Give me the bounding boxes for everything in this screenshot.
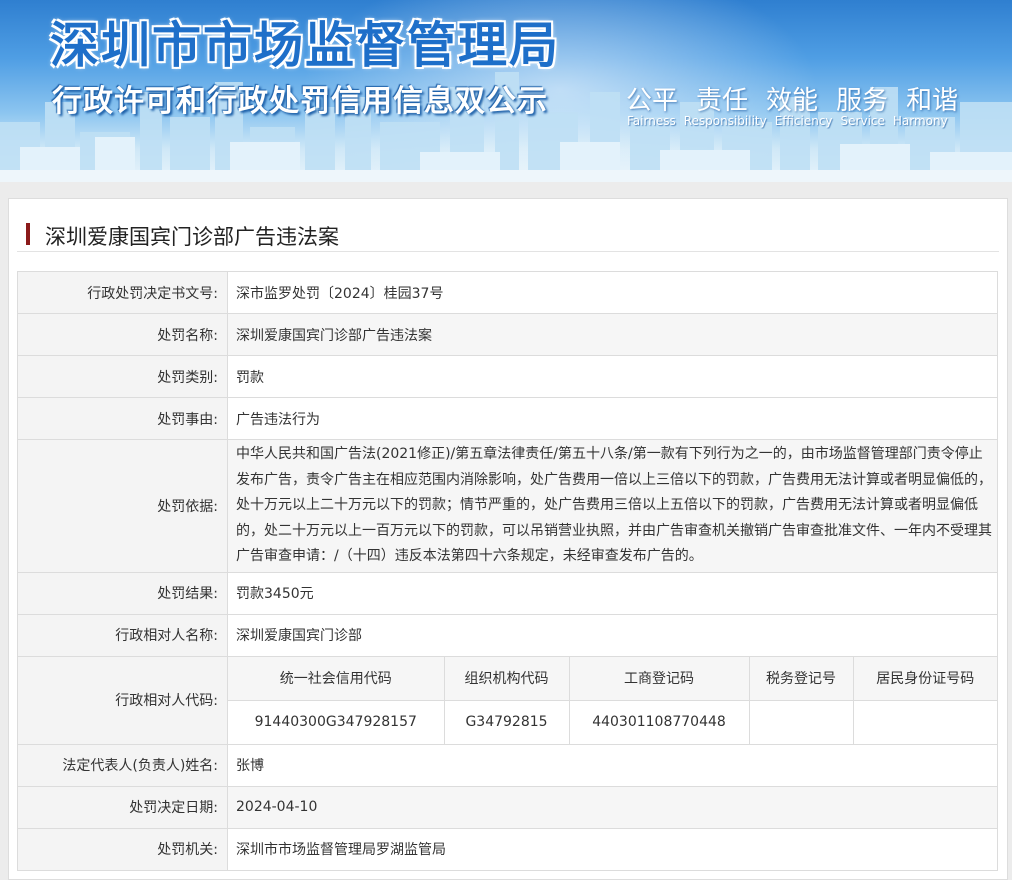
party-code-label: 行政相对人代码: xyxy=(17,655,228,745)
table-row: 处罚类别: 罚款 xyxy=(17,355,998,398)
table-row: 处罚结果: 罚款3450元 xyxy=(17,571,998,615)
code-header: 组织机构代码 xyxy=(443,656,569,701)
table-row: 处罚决定日期: 2024-04-10 xyxy=(17,785,998,829)
decision-no-label: 行政处罚决定书文号: xyxy=(17,271,228,314)
code-value: 91440300G347928157 xyxy=(228,700,444,744)
party-code-table: 统一社会信用代码 组织机构代码 工商登记码 税务登记号 居民身份证号码 9144… xyxy=(228,656,997,744)
code-value-row: 91440300G347928157 G34792815 44030110877… xyxy=(228,700,997,744)
party-name-label: 行政相对人名称: xyxy=(17,613,228,657)
motto-item: 服务 xyxy=(836,86,889,116)
content-panel: 深圳爱康国宾门诊部广告违法案 行政处罚决定书文号: 深市监罗处罚〔2024〕桂园… xyxy=(8,198,1008,880)
motto-en-item: Harmony xyxy=(892,114,948,128)
heading-accent-bar xyxy=(26,223,30,245)
table-row: 法定代表人(负责人)姓名: 张博 xyxy=(17,743,998,787)
banner-motto-cn: 公平 责任 效能 服务 和谐 xyxy=(626,80,976,117)
reason-value: 广告违法行为 xyxy=(227,397,998,440)
code-value: 440301108770448 xyxy=(568,700,749,744)
authority-value: 深圳市市场监督管理局罗湖监管局 xyxy=(227,827,998,871)
decision-date-value: 2024-04-10 xyxy=(227,785,998,829)
basis-value: 中华人民共和国广告法(2021修正)/第五章法律责任/第五十八条/第一款有下列行… xyxy=(227,439,998,573)
table-row: 处罚依据: 中华人民共和国广告法(2021修正)/第五章法律责任/第五十八条/第… xyxy=(17,439,998,573)
code-value xyxy=(852,700,997,744)
motto-item: 和谐 xyxy=(906,86,959,116)
motto-item: 责任 xyxy=(696,86,749,116)
reason-label: 处罚事由: xyxy=(17,397,228,440)
decision-date-label: 处罚决定日期: xyxy=(17,785,228,829)
table-row: 行政相对人名称: 深圳爱康国宾门诊部 xyxy=(17,613,998,657)
legal-rep-label: 法定代表人(负责人)姓名: xyxy=(17,743,228,787)
table-row: 处罚名称: 深圳爱康国宾门诊部广告违法案 xyxy=(17,313,998,356)
penalty-name-value: 深圳爱康国宾门诊部广告违法案 xyxy=(227,313,998,356)
code-value xyxy=(748,700,853,744)
result-label: 处罚结果: xyxy=(17,571,228,615)
motto-en-item: Fairness xyxy=(627,114,676,128)
penalty-info-table: 行政处罚决定书文号: 深市监罗处罚〔2024〕桂园37号 处罚名称: 深圳爱康国… xyxy=(17,271,998,871)
result-value: 罚款3450元 xyxy=(227,571,998,615)
decision-no-value: 深市监罗处罚〔2024〕桂园37号 xyxy=(227,271,998,314)
header-banner: 深圳市市场监督管理局 行政许可和行政处罚信用信息双公示 公平 责任 效能 服务 和谐 F… xyxy=(0,0,1012,182)
banner-subtitle: 行政许可和行政处罚信用信息双公示 xyxy=(52,84,548,119)
code-header: 统一社会信用代码 xyxy=(228,656,444,701)
table-row: 行政相对人代码: 统一社会信用代码 组织机构代码 工商登记码 税务登记号 居民身… xyxy=(17,655,998,745)
party-name-value: 深圳爱康国宾门诊部 xyxy=(227,613,998,657)
penalty-name-label: 处罚名称: xyxy=(17,313,228,356)
motto-en-item: Responsibility xyxy=(683,114,767,128)
case-heading: 深圳爱康国宾门诊部广告违法案 xyxy=(17,221,999,252)
basis-label: 处罚依据: xyxy=(17,439,228,573)
motto-item: 效能 xyxy=(766,86,819,116)
table-row: 处罚事由: 广告违法行为 xyxy=(17,397,998,440)
case-title: 深圳爱康国宾门诊部广告违法案 xyxy=(45,225,339,249)
table-row: 处罚机关: 深圳市市场监督管理局罗湖监管局 xyxy=(17,827,998,871)
motto-en-item: Efficiency xyxy=(774,114,833,128)
code-header-row: 统一社会信用代码 组织机构代码 工商登记码 税务登记号 居民身份证号码 xyxy=(228,656,997,701)
code-header: 税务登记号 xyxy=(748,656,853,701)
banner-motto-en: Fairness Responsibility Efficiency Service H… xyxy=(627,114,956,128)
code-header: 工商登记码 xyxy=(568,656,749,701)
party-code-cell: 统一社会信用代码 组织机构代码 工商登记码 税务登记号 居民身份证号码 9144… xyxy=(227,655,998,745)
penalty-type-label: 处罚类别: xyxy=(17,355,228,398)
code-value: G34792815 xyxy=(443,700,569,744)
penalty-type-value: 罚款 xyxy=(227,355,998,398)
banner-title: 深圳市市场监督管理局 xyxy=(50,17,561,74)
authority-label: 处罚机关: xyxy=(17,827,228,871)
motto-item: 公平 xyxy=(626,86,679,116)
motto-en-item: Service xyxy=(840,114,885,128)
code-header: 居民身份证号码 xyxy=(852,656,997,701)
legal-rep-value: 张博 xyxy=(227,743,998,787)
table-row: 行政处罚决定书文号: 深市监罗处罚〔2024〕桂园37号 xyxy=(17,271,998,314)
